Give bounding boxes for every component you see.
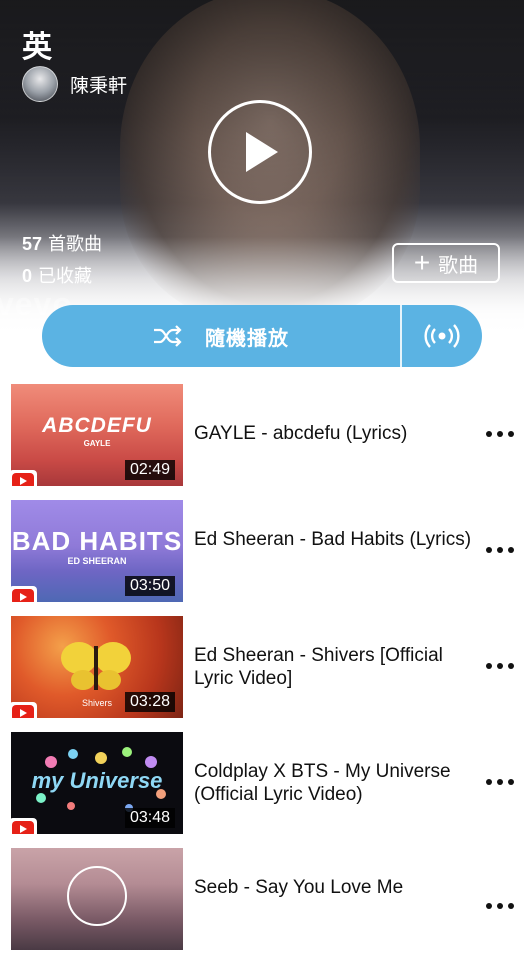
song-title: Coldplay X BTS - My Universe (Official L… (194, 761, 451, 805)
duration: 03:28 (124, 692, 175, 712)
song-thumbnail: Shivers 03:28 (11, 616, 183, 718)
thumbnail-subtext: ED SHEERAN (67, 556, 127, 566)
thumbnail-subtext: GAYLE (83, 439, 111, 448)
add-song-button[interactable]: + 歌曲 (392, 243, 500, 283)
list-item[interactable]: ABCDEFU GAYLE 02:49 GAYLE - abcdefu (Lyr… (0, 384, 524, 500)
shuffle-icon (154, 325, 182, 347)
more-options-icon[interactable] (486, 770, 514, 794)
song-thumbnail: BAD HABITS ED SHEERAN 03:50 (11, 500, 183, 602)
plus-icon: + (413, 247, 431, 278)
broadcast-icon (424, 324, 460, 348)
song-title: Ed Sheeran - Bad Habits (Lyrics) (194, 529, 472, 550)
list-item[interactable]: Seeb - Say You Love Me (0, 848, 524, 964)
thumbnail-text: my Universe (31, 768, 163, 793)
more-options-icon[interactable] (486, 538, 514, 562)
duration: 03:48 (124, 808, 175, 828)
duration: 02:49 (124, 460, 175, 480)
list-item[interactable]: BAD HABITS ED SHEERAN 03:50 Ed Sheeran -… (0, 500, 524, 616)
song-count: 57 首歌曲 (22, 234, 103, 254)
shuffle-label: 隨機播放 (205, 327, 289, 350)
youtube-icon (11, 702, 37, 718)
shuffle-bar: 隨機播放 (42, 305, 482, 367)
playlist-owner[interactable]: 陳秉軒 (22, 66, 127, 102)
song-thumbnail (11, 848, 183, 950)
youtube-icon (11, 586, 37, 602)
favorites-count: 0 已收藏 (22, 266, 93, 286)
youtube-icon (11, 818, 37, 834)
add-song-label: 歌曲 (438, 254, 479, 277)
owner-name: 陳秉軒 (70, 75, 128, 97)
avatar (22, 66, 58, 102)
playlist-stats: 57 首歌曲 0 已收藏 (22, 228, 102, 292)
playlist-title: 英 (22, 31, 52, 64)
youtube-icon (11, 470, 37, 486)
more-options-icon[interactable] (486, 654, 514, 678)
song-thumbnail: ABCDEFU GAYLE 02:49 (11, 384, 183, 486)
playlist-header: vevo 英 陳秉軒 57 首歌曲 0 已收藏 + 歌曲 (0, 0, 524, 338)
list-item[interactable]: my Universe 03:48 Coldplay X BTS - My Un… (0, 732, 524, 848)
more-options-icon[interactable] (486, 422, 514, 446)
song-title: GAYLE - abcdefu (Lyrics) (194, 423, 408, 444)
song-title: Ed Sheeran - Shivers [Official Lyric Vid… (194, 645, 443, 689)
broadcast-button[interactable] (402, 305, 482, 367)
song-list: ABCDEFU GAYLE 02:49 GAYLE - abcdefu (Lyr… (0, 384, 524, 964)
song-title: Seeb - Say You Love Me (194, 877, 404, 898)
logo-circle (67, 866, 127, 926)
shuffle-play-button[interactable]: 隨機播放 (42, 305, 400, 367)
list-item[interactable]: Shivers 03:28 Ed Sheeran - Shivers [Offi… (0, 616, 524, 732)
more-options-icon[interactable] (486, 894, 514, 918)
play-icon (246, 132, 278, 172)
play-button[interactable] (208, 100, 312, 204)
duration: 03:50 (124, 576, 175, 596)
thumbnail-text: BAD HABITS (11, 526, 183, 556)
song-thumbnail: my Universe 03:48 (11, 732, 183, 834)
thumbnail-text: ABCDEFU (42, 414, 152, 437)
